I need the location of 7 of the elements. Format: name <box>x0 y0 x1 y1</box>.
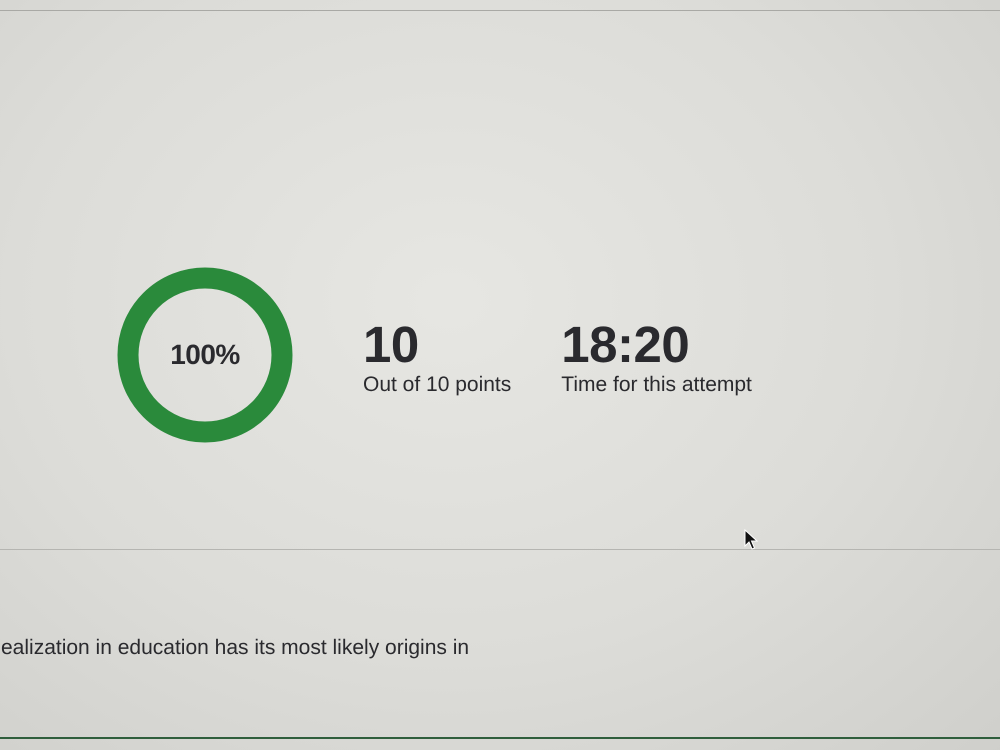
cursor-icon <box>744 529 758 550</box>
time-label: Time for this attempt <box>561 372 752 398</box>
points-value: 10 <box>363 319 419 371</box>
score-percent: 100% <box>170 339 240 371</box>
question-text: ealization in education has its most likely origins in <box>0 635 470 661</box>
time-value: 18:20 <box>561 319 690 371</box>
points-label: Out of 10 points <box>363 372 512 398</box>
